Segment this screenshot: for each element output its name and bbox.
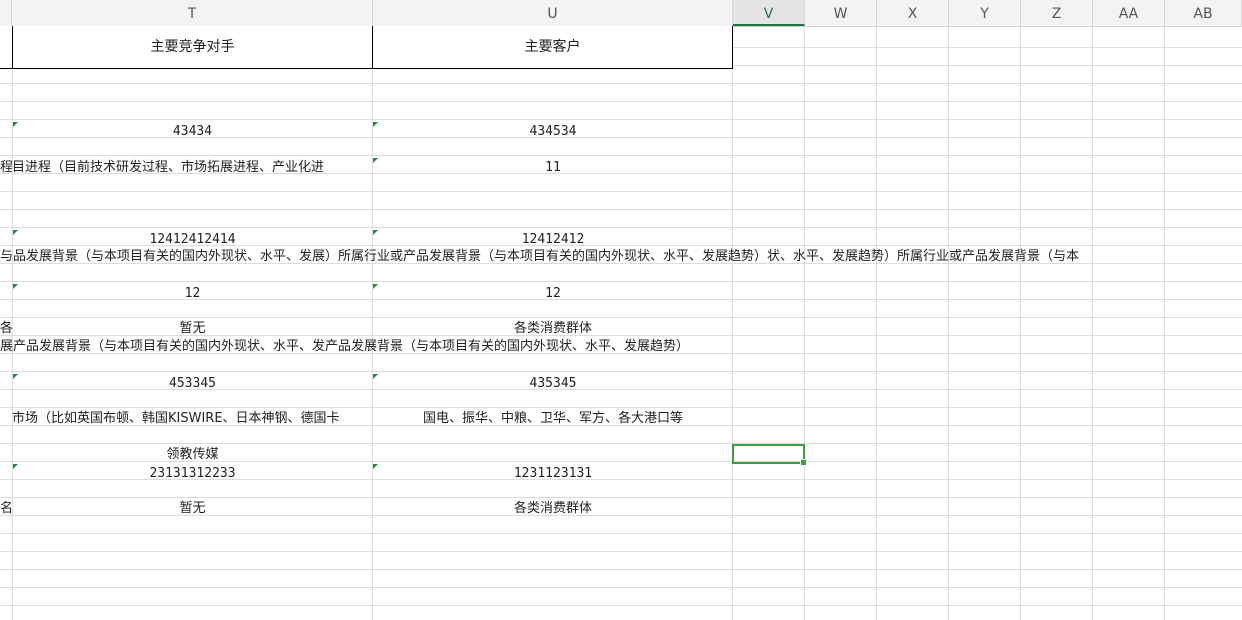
cell-U-r3[interactable]: 12412412 xyxy=(373,231,733,249)
column-header-Y[interactable]: Y xyxy=(949,0,1021,26)
cell-U-r6[interactable]: 各类消费群体 xyxy=(373,320,733,338)
column-header-AA[interactable]: AA xyxy=(1093,0,1165,26)
cell-S-r6[interactable]: 各t xyxy=(0,320,12,338)
column-header-S[interactable] xyxy=(0,0,12,26)
column-header-T[interactable]: T xyxy=(12,0,373,26)
column-header-U[interactable]: U xyxy=(373,0,733,26)
cell-T-r11[interactable]: 23131312233 xyxy=(12,465,373,483)
cell-text: 程 xyxy=(0,160,12,175)
cell-text: 目进程（目前技术研发过程、市场拓展进程、产业化进 xyxy=(12,160,325,175)
header-cell-customers[interactable]: 主要客户 xyxy=(373,26,733,68)
cell-T-r6[interactable]: 暂无 xyxy=(12,320,373,338)
cell-T-r10[interactable]: 领教传媒 xyxy=(12,446,373,464)
gridline xyxy=(876,27,877,620)
cell-S-r12[interactable]: 名 xyxy=(0,500,12,518)
cell-U-r1[interactable]: 434534 xyxy=(373,123,733,141)
cell-T-r1[interactable]: 43434 xyxy=(12,123,373,141)
column-header-X[interactable]: X xyxy=(877,0,949,26)
cell-U-r5[interactable]: 12 xyxy=(373,285,733,303)
column-header-Z[interactable]: Z xyxy=(1021,0,1093,26)
cell-overflow-text-r4[interactable]: 与品发展背景（与本项目有关的国内外现状、水平、发展）所属行业或产品发展背景（与本… xyxy=(0,248,1242,266)
column-header-V[interactable]: V xyxy=(733,0,805,26)
gridline xyxy=(804,27,805,620)
cell-T-r2[interactable]: 目进程（目前技术研发过程、市场拓展进程、产业化进 xyxy=(12,159,373,177)
column-header-bar: T U V W X Y Z AA AB xyxy=(0,0,1242,27)
cell-U-r11[interactable]: 1231123131 xyxy=(373,465,733,483)
cell-text: 各t xyxy=(0,321,12,336)
cell-T-r8[interactable]: 453345 xyxy=(12,375,373,393)
header-cell-competitors[interactable]: 主要竞争对手 xyxy=(12,26,373,68)
cell-U-r12[interactable]: 各类消费群体 xyxy=(373,500,733,518)
cell-S-r2[interactable]: 程 xyxy=(0,159,12,177)
cell-text: 市场（比如英国布顿、韩国KISWIRE、日本神钢、德国卡 xyxy=(12,411,340,426)
cell-text: 名 xyxy=(0,501,12,516)
gridline xyxy=(948,27,949,620)
gridline xyxy=(1164,27,1165,620)
cell-T-r9[interactable]: 市场（比如英国布顿、韩国KISWIRE、日本神钢、德国卡 xyxy=(12,410,373,428)
column-header-W[interactable]: W xyxy=(805,0,877,26)
active-cell-selection[interactable] xyxy=(732,444,807,466)
cell-T-r5[interactable]: 12 xyxy=(12,285,373,303)
cell-U-r9[interactable]: 国电、振华、中粮、卫华、军方、各大港口等 xyxy=(373,410,733,428)
gridline xyxy=(1092,27,1093,620)
cell-T-r12[interactable]: 暂无 xyxy=(12,500,373,518)
cell-U-r8[interactable]: 435345 xyxy=(373,375,733,393)
cell-overflow-text-r7[interactable]: 展产品发展背景（与本项目有关的国内外现状、水平、发产品发展背景（与本项目有关的国… xyxy=(0,338,820,356)
cell-text: 展产品发展背景（与本项目有关的国内外现状、水平、发产品发展背景（与本项目有关的国… xyxy=(0,339,690,354)
cell-U-r2[interactable]: 11 xyxy=(373,159,733,177)
cell-text: 与品发展背景（与本项目有关的国内外现状、水平、发展）所属行业或产品发展背景（与本… xyxy=(0,249,1080,264)
column-header-AB[interactable]: AB xyxy=(1165,0,1242,26)
cell-T-r3[interactable]: 12412412414 xyxy=(12,231,373,249)
gridline xyxy=(1020,27,1021,620)
